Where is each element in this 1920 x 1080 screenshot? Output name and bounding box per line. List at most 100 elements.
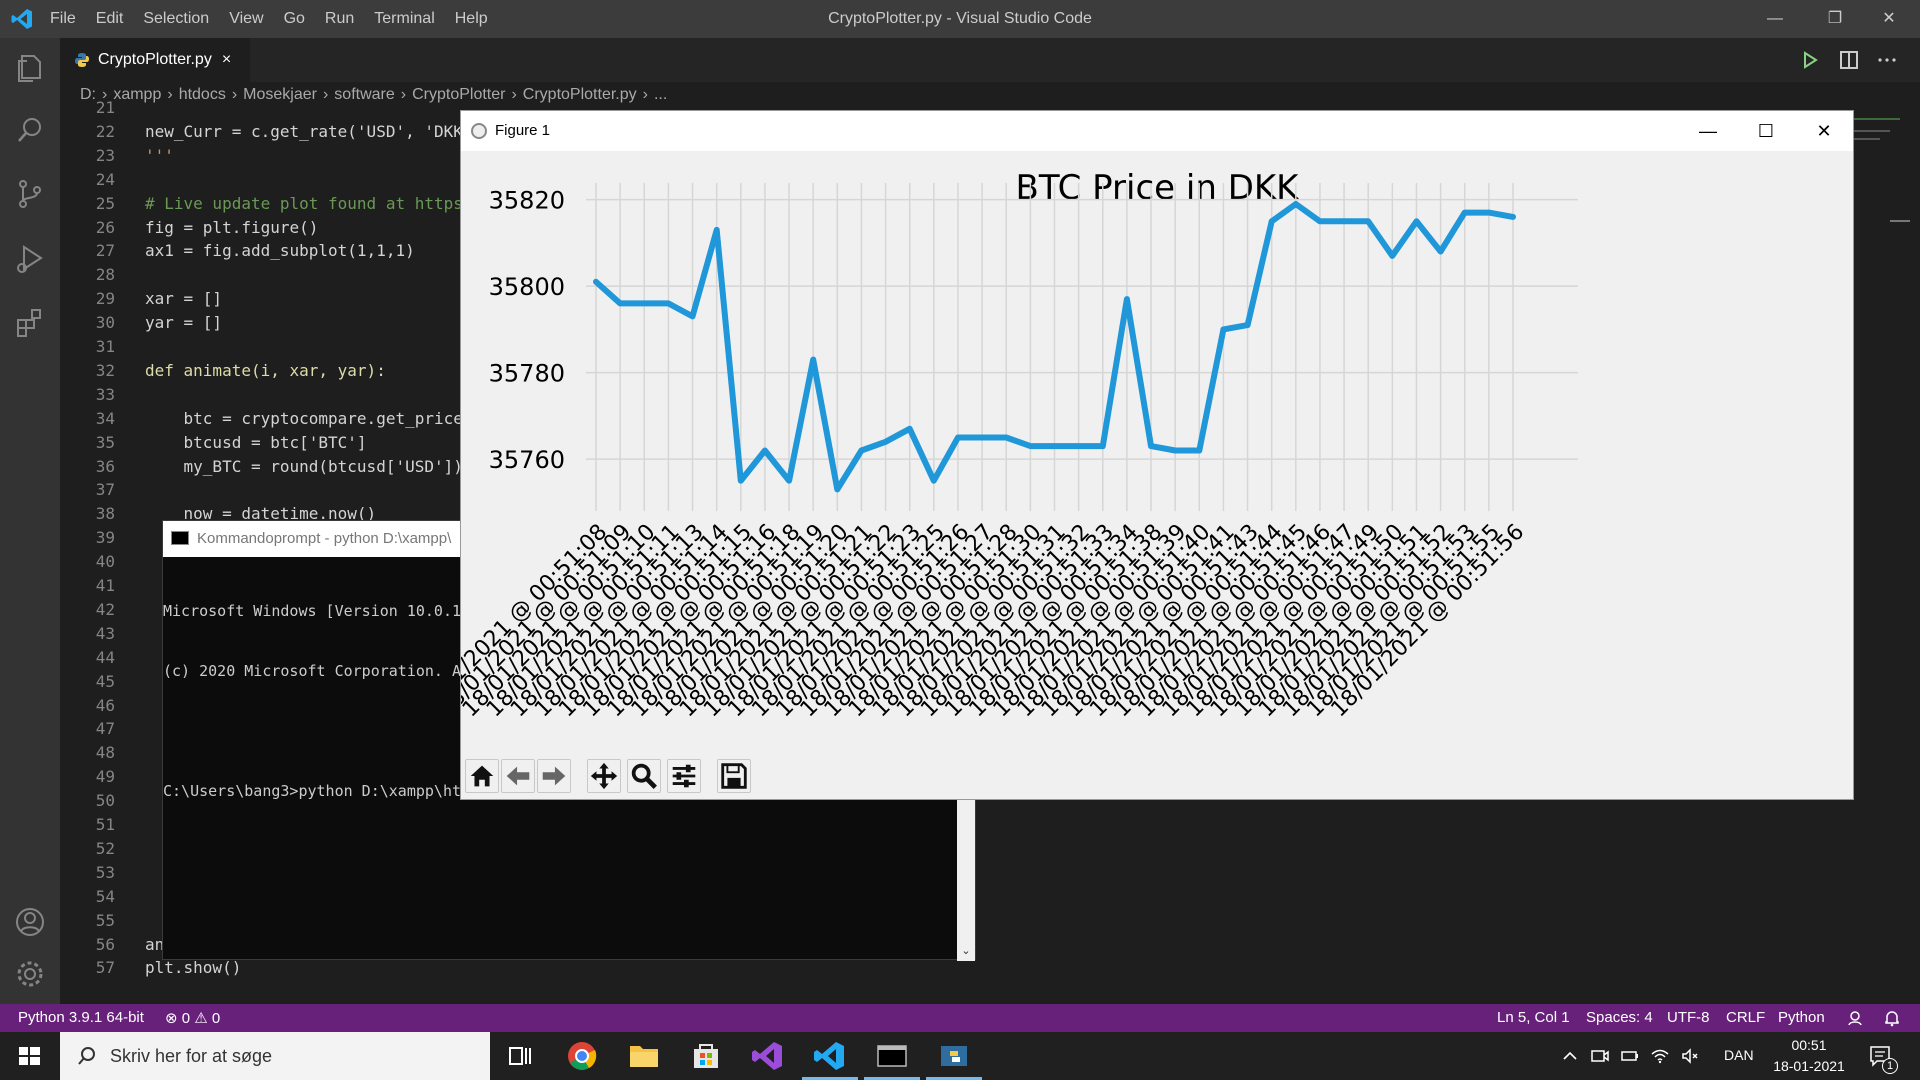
tab-close-icon[interactable]: × xyxy=(222,51,231,69)
breadcrumb-item[interactable]: software xyxy=(334,86,394,104)
chrome-icon[interactable] xyxy=(554,1036,610,1076)
data-point xyxy=(1390,253,1395,258)
save-icon[interactable] xyxy=(717,759,751,793)
figure-minimize-icon[interactable]: — xyxy=(1679,111,1737,151)
notifications-bell-icon[interactable] xyxy=(1883,1009,1901,1027)
input-language[interactable]: DAN xyxy=(1724,1047,1754,1063)
volume-muted-icon[interactable] xyxy=(1680,1046,1700,1066)
breadcrumb-item[interactable]: Mosekjaer xyxy=(243,86,317,104)
breadcrumb-file[interactable]: CryptoPlotter.py xyxy=(523,86,637,104)
figure-close-icon[interactable]: ✕ xyxy=(1795,111,1853,151)
encoding[interactable]: UTF-8 xyxy=(1667,1009,1710,1026)
command-prompt-icon[interactable] xyxy=(864,1036,920,1076)
account-icon[interactable] xyxy=(10,902,50,942)
scroll-down-icon[interactable]: ⌄ xyxy=(960,945,972,957)
menu-edit[interactable]: Edit xyxy=(96,10,124,28)
close-icon[interactable]: ✕ xyxy=(1866,0,1912,38)
btc-price-chart[interactable]: BTC Price in DKK 35760 35780 35800 35820 18… xyxy=(461,151,1853,751)
search-icon[interactable] xyxy=(10,110,50,150)
settings-gear-icon[interactable] xyxy=(10,954,50,994)
more-actions-icon[interactable] xyxy=(1875,48,1899,72)
run-file-icon[interactable] xyxy=(1798,48,1822,72)
run-debug-icon[interactable] xyxy=(10,238,50,278)
microsoft-store-icon[interactable] xyxy=(678,1036,734,1076)
menu-view[interactable]: View xyxy=(229,10,263,28)
breadcrumb-more[interactable]: ... xyxy=(654,86,667,104)
figure-window[interactable]: Figure 1 — ☐ ✕ BTC Price in DKK 35760 357… xyxy=(460,110,1854,800)
line-number: 25 xyxy=(95,193,115,213)
data-point xyxy=(1004,435,1009,440)
menu-go[interactable]: Go xyxy=(284,10,305,28)
line-number: 52 xyxy=(95,838,115,858)
figure-maximize-icon[interactable]: ☐ xyxy=(1737,111,1795,151)
pan-icon[interactable] xyxy=(587,759,621,793)
vscode-taskbar-icon[interactable] xyxy=(802,1036,858,1076)
line-number: 22 xyxy=(95,121,115,141)
configure-icon[interactable] xyxy=(667,759,701,793)
problems-indicator[interactable]: ⊗ 0 ⚠ 0 xyxy=(165,1009,220,1027)
data-point xyxy=(594,279,598,284)
code-line: # Live update plot found at https xyxy=(145,193,463,213)
feedback-icon[interactable] xyxy=(1846,1009,1864,1027)
wifi-icon[interactable] xyxy=(1650,1046,1670,1066)
menu-selection[interactable]: Selection xyxy=(143,10,209,28)
line-number: 39 xyxy=(95,528,115,548)
menu-run[interactable]: Run xyxy=(325,10,354,28)
tab-cryptoplotter[interactable]: CryptoPlotter.py × xyxy=(60,38,250,82)
figure-titlebar[interactable]: Figure 1 xyxy=(461,111,1853,151)
meet-now-icon[interactable] xyxy=(1590,1046,1610,1066)
python-taskbar-icon[interactable] xyxy=(926,1036,982,1076)
battery-icon[interactable] xyxy=(1620,1046,1640,1066)
breadcrumb-item[interactable]: xampp xyxy=(113,86,161,104)
data-point xyxy=(883,439,888,444)
line-number: 26 xyxy=(95,217,115,237)
code-line: ''' xyxy=(145,145,174,165)
clock[interactable]: 00:51 18-01-2021 xyxy=(1768,1035,1850,1077)
task-view-icon[interactable] xyxy=(492,1036,548,1076)
cursor-position[interactable]: Ln 5, Col 1 xyxy=(1497,1009,1570,1026)
extensions-icon[interactable] xyxy=(10,302,50,342)
home-icon[interactable] xyxy=(465,759,499,793)
line-ending[interactable]: CRLF xyxy=(1726,1009,1765,1026)
cmd-app-icon xyxy=(171,531,189,545)
breadcrumb-item[interactable]: htdocs xyxy=(179,86,226,104)
windows-taskbar: Skriv her for at søge DAN 00:51 18-01-20… xyxy=(0,1032,1920,1080)
line-number: 44 xyxy=(95,647,115,667)
menu-file[interactable]: File xyxy=(50,10,76,28)
data-point xyxy=(1269,219,1274,224)
y-tick-label: 35820 xyxy=(489,187,565,215)
indentation[interactable]: Spaces: 4 xyxy=(1586,1009,1653,1026)
explorer-icon[interactable] xyxy=(10,48,50,88)
line-number: 54 xyxy=(95,886,115,906)
zoom-icon[interactable] xyxy=(627,759,661,793)
menu-help[interactable]: Help xyxy=(455,10,488,28)
menu-terminal[interactable]: Terminal xyxy=(374,10,434,28)
python-interpreter[interactable]: Python 3.9.1 64-bit xyxy=(18,1009,144,1026)
data-point xyxy=(859,448,864,453)
tray-chevron-up-icon[interactable] xyxy=(1560,1046,1580,1066)
breadcrumb-item[interactable]: CryptoPlotter xyxy=(412,86,505,104)
file-explorer-icon[interactable] xyxy=(616,1036,672,1076)
visual-studio-icon[interactable] xyxy=(740,1036,796,1076)
data-point xyxy=(1076,444,1081,449)
source-control-icon[interactable] xyxy=(10,174,50,214)
minimize-icon[interactable]: — xyxy=(1752,0,1798,38)
data-point xyxy=(955,435,960,440)
restore-icon[interactable]: ❐ xyxy=(1812,0,1858,38)
data-point xyxy=(1486,210,1491,215)
search-placeholder: Skriv her for at søge xyxy=(110,1046,273,1066)
data-point xyxy=(1245,323,1250,328)
code-line: new_Curr = c.get_rate('USD', 'DKK xyxy=(145,121,463,141)
windows-start-icon[interactable] xyxy=(0,1032,60,1080)
forward-icon[interactable] xyxy=(537,759,571,793)
line-number: 33 xyxy=(95,384,115,404)
line-number: 48 xyxy=(95,743,115,763)
status-bar: Python 3.9.1 64-bit ⊗ 0 ⚠ 0 Ln 5, Col 1 … xyxy=(0,1004,1920,1032)
language-mode[interactable]: Python xyxy=(1778,1009,1825,1026)
line-number: 29 xyxy=(95,289,115,309)
taskbar-search-box[interactable]: Skriv her for at søge xyxy=(60,1032,490,1080)
back-icon[interactable] xyxy=(501,759,535,793)
figure-title-text: Figure 1 xyxy=(495,122,551,139)
data-point xyxy=(642,301,647,306)
split-editor-icon[interactable] xyxy=(1837,48,1861,72)
